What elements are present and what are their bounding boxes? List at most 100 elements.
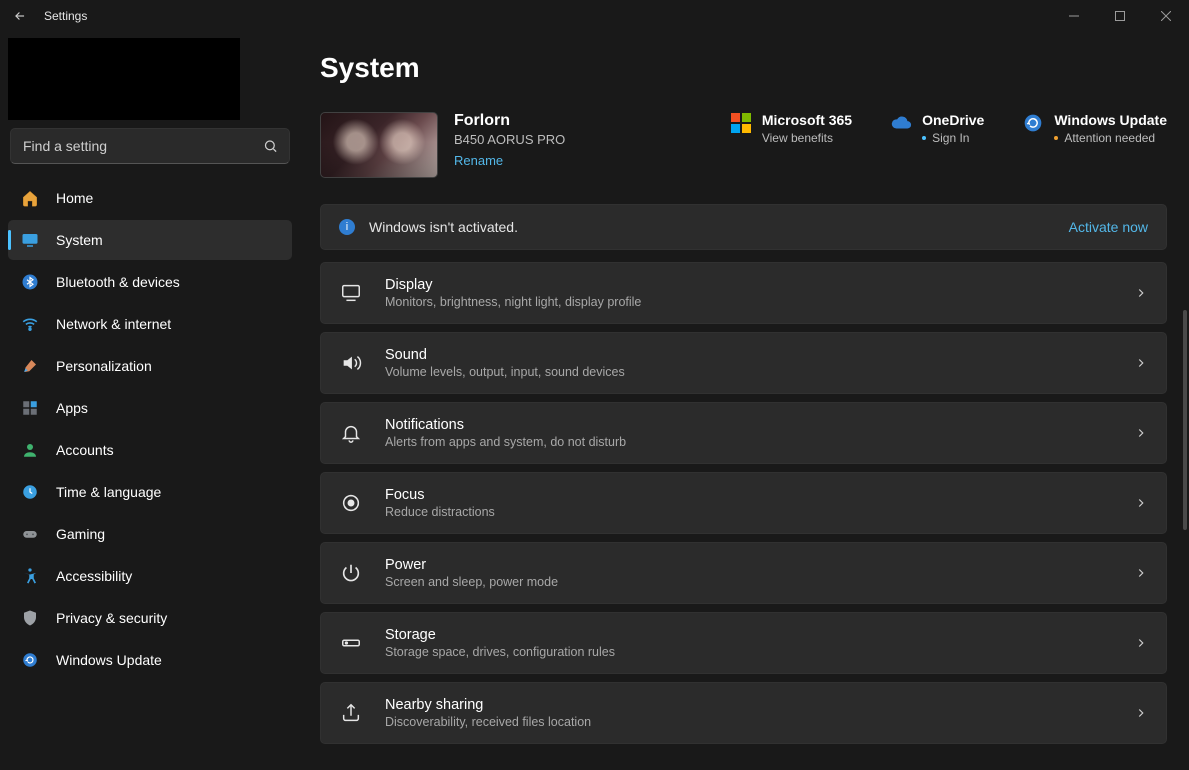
chevron-right-icon <box>1134 706 1148 720</box>
device-thumbnail[interactable] <box>320 112 438 178</box>
sidebar-item-label: Privacy & security <box>56 610 167 626</box>
sidebar-item-label: Network & internet <box>56 316 171 332</box>
quicklink-sub: Attention needed <box>1064 131 1155 145</box>
quicklink-m365[interactable]: Microsoft 365 View benefits <box>730 112 852 145</box>
card-desc: Monitors, brightness, night light, displ… <box>385 295 641 309</box>
card-nearby[interactable]: Nearby sharing Discoverability, received… <box>320 682 1167 744</box>
sidebar-item-label: Gaming <box>56 526 105 542</box>
card-focus[interactable]: Focus Reduce distractions <box>320 472 1167 534</box>
search-input[interactable] <box>10 128 290 164</box>
nav-list: Home System Bluetooth & devices Network … <box>8 178 292 680</box>
update-icon <box>20 650 40 670</box>
accessibility-icon <box>20 566 40 586</box>
gamepad-icon <box>20 524 40 544</box>
bell-icon <box>339 422 363 444</box>
shield-icon <box>20 608 40 628</box>
sidebar-item-label: Apps <box>56 400 88 416</box>
storage-icon <box>339 632 363 654</box>
cloud-icon <box>890 112 912 134</box>
card-sound[interactable]: Sound Volume levels, output, input, soun… <box>320 332 1167 394</box>
home-icon <box>20 188 40 208</box>
status-dot-icon <box>922 136 926 140</box>
sidebar-item-system[interactable]: System <box>8 220 292 260</box>
quicklink-title: OneDrive <box>922 112 984 128</box>
clock-icon <box>20 482 40 502</box>
quicklink-onedrive[interactable]: OneDrive Sign In <box>890 112 984 145</box>
bluetooth-icon <box>20 272 40 292</box>
sidebar-item-personalization[interactable]: Personalization <box>8 346 292 386</box>
card-title: Sound <box>385 347 625 363</box>
sidebar-item-accessibility[interactable]: Accessibility <box>8 556 292 596</box>
card-title: Power <box>385 557 558 573</box>
sidebar-item-network[interactable]: Network & internet <box>8 304 292 344</box>
sidebar-item-gaming[interactable]: Gaming <box>8 514 292 554</box>
display-icon <box>339 282 363 304</box>
sidebar-item-label: Windows Update <box>56 652 162 668</box>
quicklink-title: Microsoft 365 <box>762 112 852 128</box>
card-power[interactable]: Power Screen and sleep, power mode <box>320 542 1167 604</box>
microsoft-icon <box>730 112 752 134</box>
page-title: System <box>320 52 1167 84</box>
update-icon <box>1022 112 1044 134</box>
focus-icon <box>339 492 363 514</box>
rename-link[interactable]: Rename <box>454 153 503 168</box>
device-row: Forlorn B450 AORUS PRO Rename Microsoft … <box>320 112 1167 178</box>
chevron-right-icon <box>1134 566 1148 580</box>
banner-message: Windows isn't activated. <box>369 219 518 235</box>
card-desc: Discoverability, received files location <box>385 715 591 729</box>
card-title: Nearby sharing <box>385 697 591 713</box>
device-name: Forlorn <box>454 112 565 130</box>
wifi-icon <box>20 314 40 334</box>
sidebar-item-label: Personalization <box>56 358 152 374</box>
sidebar-item-apps[interactable]: Apps <box>8 388 292 428</box>
sidebar-item-accounts[interactable]: Accounts <box>8 430 292 470</box>
sidebar-item-home[interactable]: Home <box>8 178 292 218</box>
info-icon: i <box>339 219 355 235</box>
card-title: Display <box>385 277 641 293</box>
chevron-right-icon <box>1134 426 1148 440</box>
sidebar-item-privacy[interactable]: Privacy & security <box>8 598 292 638</box>
quicklink-title: Windows Update <box>1054 112 1167 128</box>
quicklink-update[interactable]: Windows Update Attention needed <box>1022 112 1167 145</box>
chevron-right-icon <box>1134 636 1148 650</box>
window-title: Settings <box>44 9 87 23</box>
maximize-button[interactable] <box>1097 0 1143 32</box>
card-desc: Alerts from apps and system, do not dist… <box>385 435 626 449</box>
titlebar: Settings <box>0 0 1189 32</box>
chevron-right-icon <box>1134 286 1148 300</box>
sidebar-item-update[interactable]: Windows Update <box>8 640 292 680</box>
person-icon <box>20 440 40 460</box>
card-storage[interactable]: Storage Storage space, drives, configura… <box>320 612 1167 674</box>
card-desc: Volume levels, output, input, sound devi… <box>385 365 625 379</box>
scrollbar[interactable] <box>1183 310 1187 530</box>
quicklink-sub: View benefits <box>762 131 852 145</box>
card-desc: Storage space, drives, configuration rul… <box>385 645 615 659</box>
close-button[interactable] <box>1143 0 1189 32</box>
chevron-right-icon <box>1134 356 1148 370</box>
device-model: B450 AORUS PRO <box>454 132 565 147</box>
sidebar-item-label: Accounts <box>56 442 114 458</box>
card-title: Notifications <box>385 417 626 433</box>
sidebar-item-time[interactable]: Time & language <box>8 472 292 512</box>
sound-icon <box>339 352 363 374</box>
activation-banner: i Windows isn't activated. Activate now <box>320 204 1167 250</box>
card-display[interactable]: Display Monitors, brightness, night ligh… <box>320 262 1167 324</box>
card-title: Storage <box>385 627 615 643</box>
sidebar-item-label: Time & language <box>56 484 161 500</box>
card-desc: Screen and sleep, power mode <box>385 575 558 589</box>
card-notifications[interactable]: Notifications Alerts from apps and syste… <box>320 402 1167 464</box>
sidebar-item-bluetooth[interactable]: Bluetooth & devices <box>8 262 292 302</box>
minimize-button[interactable] <box>1051 0 1097 32</box>
account-block[interactable] <box>8 38 240 120</box>
system-icon <box>20 230 40 250</box>
chevron-right-icon <box>1134 496 1148 510</box>
sidebar-item-label: Accessibility <box>56 568 132 584</box>
brush-icon <box>20 356 40 376</box>
activate-link[interactable]: Activate now <box>1069 219 1148 235</box>
back-button[interactable] <box>8 4 32 28</box>
sidebar-item-label: Bluetooth & devices <box>56 274 180 290</box>
sidebar: Home System Bluetooth & devices Network … <box>0 32 300 770</box>
status-dot-icon <box>1054 136 1058 140</box>
power-icon <box>339 562 363 584</box>
card-desc: Reduce distractions <box>385 505 495 519</box>
